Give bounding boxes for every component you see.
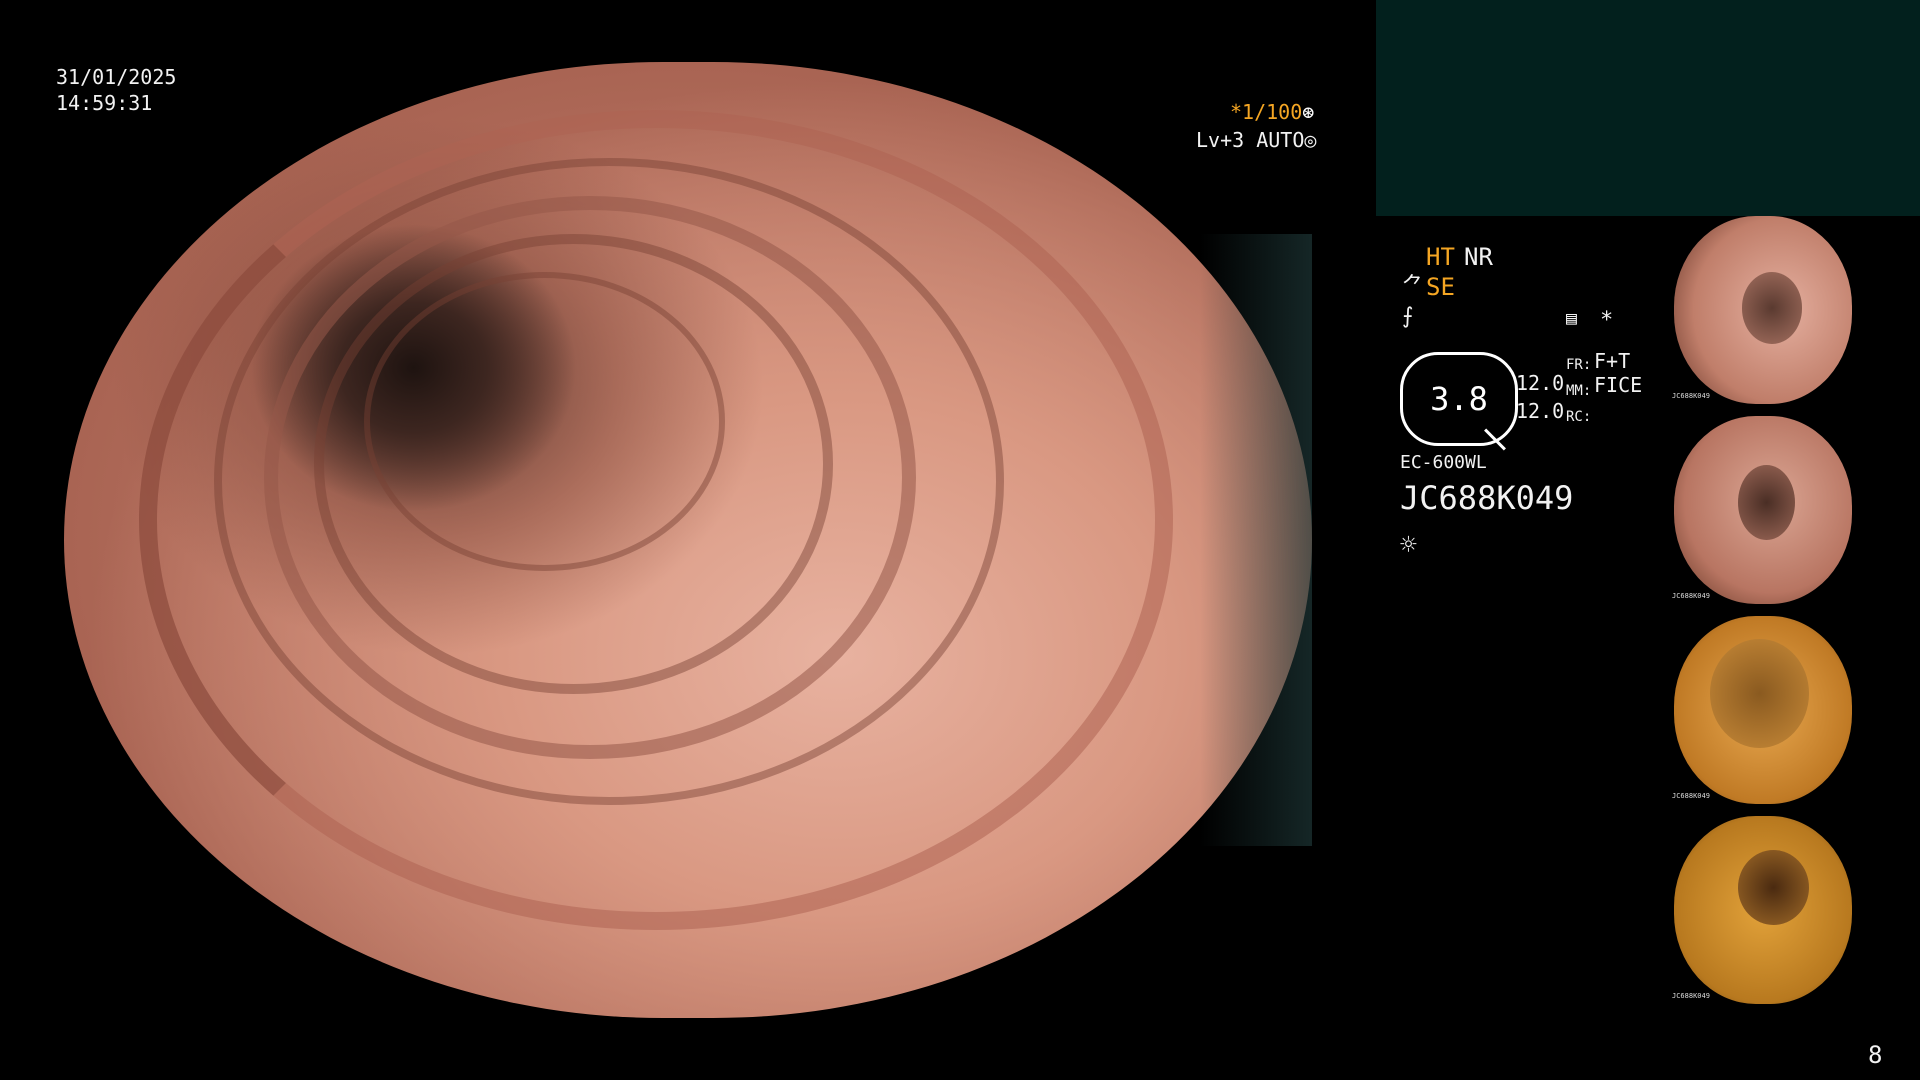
ht-indicator: HT — [1426, 243, 1455, 271]
scope-serial: JC688K049 — [1400, 479, 1574, 517]
date-text: 31/01/2025 — [56, 65, 177, 89]
lumen — [1741, 272, 1803, 344]
mucosal-fold — [313, 234, 833, 694]
thumbnail-label: JC688K049 — [1672, 792, 1710, 800]
slash-mark — [1484, 428, 1506, 451]
focus-value-b: 12.0 — [1516, 399, 1565, 423]
structure-enhance-icon: ⺈ — [1402, 274, 1425, 299]
scope-value-badge: 3.8 — [1400, 352, 1518, 451]
mucosal-fold — [213, 157, 1004, 805]
se-indicator: SE — [1426, 273, 1455, 301]
color-mode-icon: ⨍ — [1402, 304, 1414, 329]
mucosal-fold — [363, 272, 725, 572]
rc-label: RC: — [1566, 409, 1592, 425]
thumbnail-label: JC688K049 — [1672, 392, 1710, 400]
target-icon: ◎ — [1304, 128, 1317, 152]
asterisk-marker: * — [1600, 308, 1614, 333]
endoscope-image — [64, 62, 1312, 1018]
light-icon: ☼ — [1400, 528, 1417, 561]
lumen — [1738, 464, 1796, 541]
lumen — [1738, 849, 1810, 926]
shutter-value: *1/100 — [1230, 100, 1303, 124]
scope-value: 3.8 — [1430, 380, 1488, 418]
capture-thumbnail-3[interactable] — [1674, 616, 1852, 804]
time-text: 14:59:31 — [56, 91, 153, 115]
mm-value: FICE — [1594, 373, 1643, 397]
nr-indicator: NR — [1464, 243, 1493, 271]
shutter-speed: *1/100⊛ — [1230, 99, 1314, 125]
capture-thumbnail-2[interactable] — [1674, 416, 1852, 604]
thumbnail-label: JC688K049 — [1672, 992, 1710, 1000]
lumen — [1709, 638, 1810, 748]
focus-value-a: 12.0 — [1516, 371, 1565, 395]
capture-thumbnail-4[interactable] — [1674, 816, 1852, 1004]
fr-label: FR: — [1566, 357, 1592, 373]
aperture-icon: ⊛ — [1302, 100, 1315, 124]
exposure-level: Lv+3 AUTO◎ — [1196, 127, 1316, 153]
fr-value: F+T — [1594, 349, 1631, 373]
reference-panel — [1376, 0, 1920, 216]
page-number: 8 — [1868, 1041, 1883, 1069]
rim-shadow — [1199, 234, 1312, 846]
scope-model: EC-600WL — [1400, 452, 1487, 473]
memory-icon: ▤ — [1566, 308, 1577, 329]
thumbnail-label: JC688K049 — [1672, 592, 1710, 600]
capture-thumbnail-1[interactable] — [1674, 216, 1852, 404]
mm-label: MM: — [1566, 383, 1592, 399]
level-value: Lv+3 AUTO — [1196, 128, 1305, 152]
